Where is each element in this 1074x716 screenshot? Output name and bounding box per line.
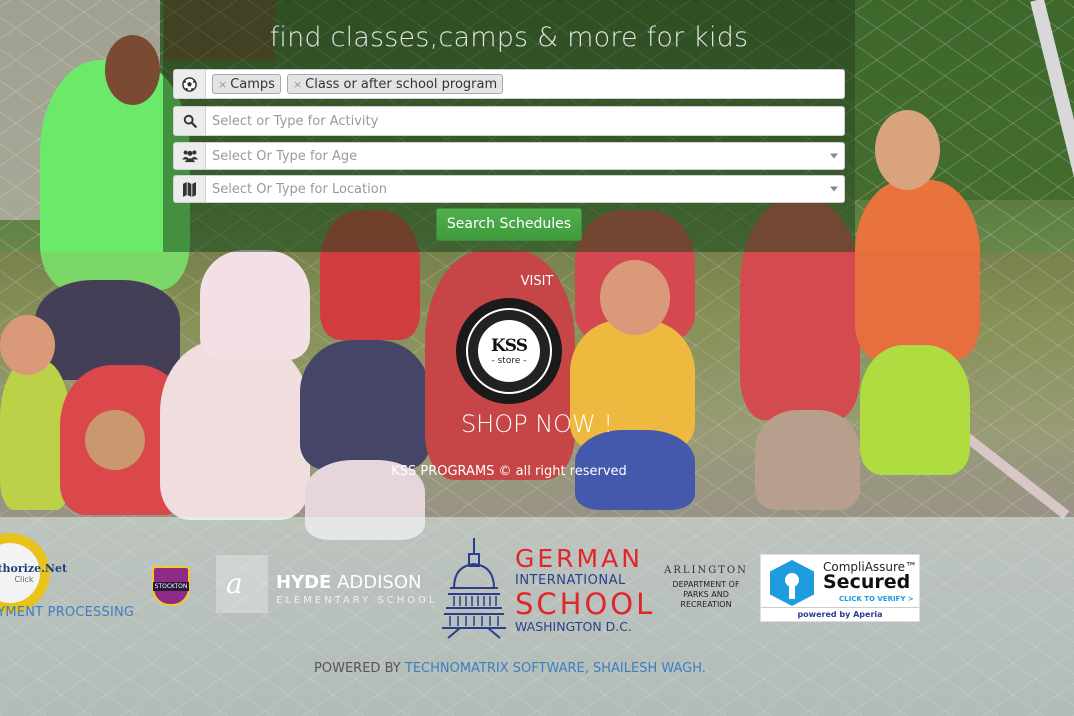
powered-by-label: POWERED BY [314, 661, 401, 676]
remove-tag-icon[interactable]: × [293, 78, 302, 91]
search-title: find classes,camps & more for kids [269, 22, 749, 53]
program-type-row: × Camps × Class or after school program [173, 69, 845, 99]
activity-row: Select or Type for Activity [173, 106, 845, 136]
logo-ring: KSS - store - [466, 308, 552, 394]
logo-text: KSS [491, 336, 528, 356]
compliassure-status: Secured [823, 571, 911, 593]
tag-class-or-after-school: × Class or after school program [286, 74, 504, 94]
person-head [105, 35, 160, 105]
kid-head [875, 110, 940, 190]
german-international-school-logo[interactable]: GERMAN INTERNATIONAL SCHOOL WASHINGTON D… [515, 545, 660, 635]
powered-by: POWERED BY TECHNOMATRIX SOFTWARE, SHAILE… [0, 661, 1020, 676]
capitol-dome-icon [440, 536, 508, 641]
chevron-down-icon[interactable] [830, 153, 838, 159]
remove-tag-icon[interactable]: × [218, 78, 227, 91]
authnet-click: Click [14, 575, 34, 584]
tag-label: Class or after school program [305, 76, 498, 92]
stockton-label: STOCKTON [152, 581, 190, 591]
age-placeholder: Select Or Type for Age [212, 148, 358, 164]
search-panel: find classes,camps & more for kids × Cam… [163, 0, 855, 252]
location-placeholder: Select Or Type for Location [212, 181, 387, 197]
users-icon [173, 142, 206, 170]
authnet-seal-center: Authorize.Net Click [0, 543, 67, 603]
location-select[interactable]: Select Or Type for Location [206, 175, 845, 203]
keyhole-icon-stem [789, 583, 795, 599]
search-schedules-button[interactable]: Search Schedules [436, 208, 582, 241]
payment-processing-link[interactable]: PAYMENT PROCESSING [0, 605, 134, 620]
tag-camps: × Camps [212, 74, 281, 94]
gis-line-4: WASHINGTON D.C. [515, 619, 632, 634]
logo-center: KSS - store - [478, 320, 540, 382]
age-select[interactable]: Select Or Type for Age [206, 142, 845, 170]
location-row: Select Or Type for Location [173, 175, 845, 203]
arlington-parks-logo[interactable]: ARLINGTON DEPARTMENT OF PARKS AND RECREA… [660, 565, 752, 610]
hyde-addison-logo[interactable]: a HYDE ADDISON ELEMENTARY SCHOOL [216, 555, 435, 613]
copyright-text: KSS PROGRAMS © all right reserved [391, 464, 627, 479]
program-type-multiselect[interactable]: × Camps × Class or after school program [206, 69, 845, 99]
visit-label: VISIT [520, 274, 554, 289]
chevron-down-icon[interactable] [830, 186, 838, 192]
arlington-dept: DEPARTMENT OF PARKS AND RECREATION [672, 580, 740, 609]
map-icon [173, 175, 206, 203]
compliassure-verify-link[interactable]: CLICK TO VERIFY > [839, 595, 914, 603]
age-row: Select Or Type for Age [173, 142, 845, 170]
hyde-name-bold: HYDE [276, 572, 332, 593]
tag-label: Camps [230, 76, 275, 92]
technomatrix-link[interactable]: TECHNOMATRIX SOFTWARE, SHAILESH WAGH. [405, 661, 706, 676]
stockton-logo[interactable]: STOCKTON [152, 566, 190, 606]
hyde-addison-a-glyph: a [226, 567, 243, 600]
activity-input[interactable]: Select or Type for Activity [206, 106, 845, 136]
kss-store-logo[interactable]: KSS - store - [456, 298, 562, 404]
gis-line-1: GERMAN [515, 544, 643, 573]
hyde-addison-subtitle: ELEMENTARY SCHOOL [276, 595, 438, 606]
arlington-name: ARLINGTON [664, 565, 748, 576]
compliassure-badge[interactable]: CompliAssure™ Secured CLICK TO VERIFY > … [760, 554, 920, 622]
soccer-ball-icon [173, 69, 206, 99]
activity-placeholder: Select or Type for Activity [212, 113, 379, 129]
hyde-name-rest: ADDISON [337, 572, 422, 593]
authnet-brand: Authorize.Net [0, 562, 68, 575]
gis-line-3: SCHOOL [515, 587, 656, 621]
search-icon [173, 106, 206, 136]
compliassure-powered: powered by Aperia [761, 607, 919, 621]
hyde-addison-name: HYDE ADDISON [276, 572, 421, 593]
logo-subtext: - store - [491, 356, 527, 366]
shop-now-link[interactable]: SHOP NOW ! [0, 410, 1074, 438]
